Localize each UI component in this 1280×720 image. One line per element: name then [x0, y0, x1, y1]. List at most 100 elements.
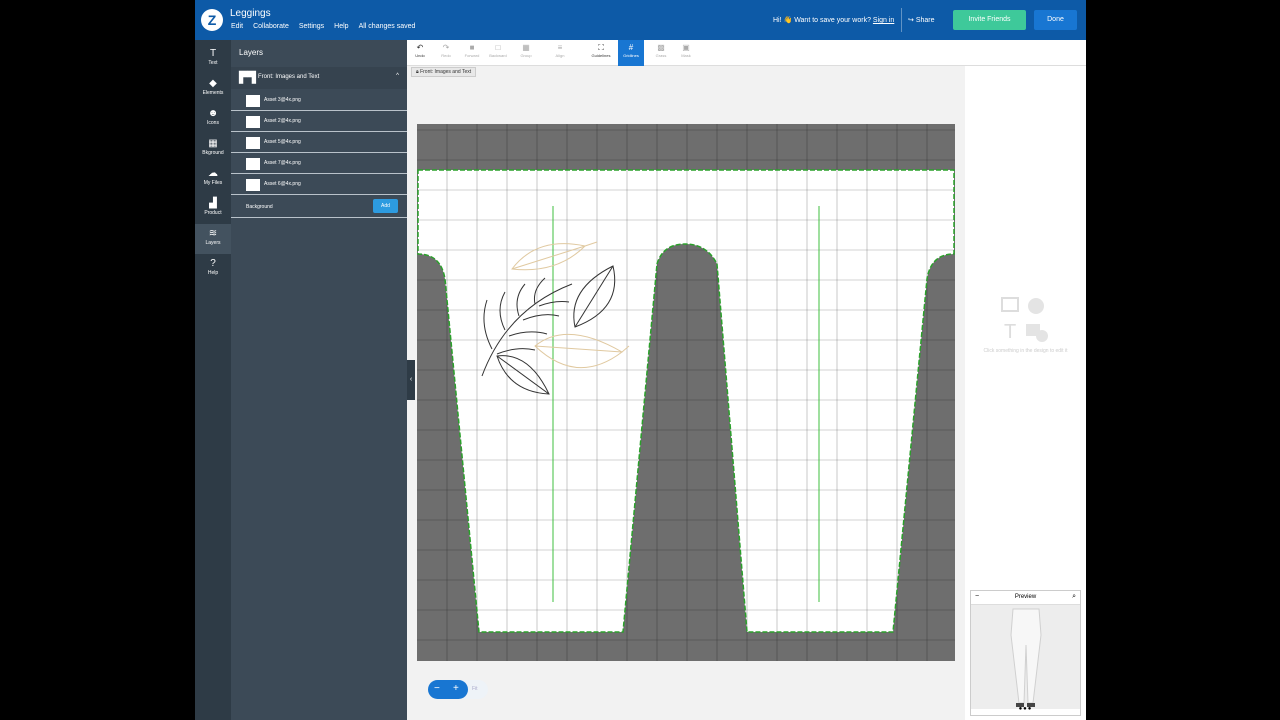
rail-label: My Files	[203, 180, 223, 186]
rail-item-background[interactable]: ▦ Bkground	[195, 134, 231, 164]
rail-item-product[interactable]: ▟ Product	[195, 194, 231, 224]
leggings-icon: ▛▜	[239, 72, 256, 84]
layer-name: Asset 7@4x.png	[264, 160, 301, 166]
product-icon: ▟	[209, 198, 217, 209]
share-label: Share	[915, 17, 935, 24]
guidelines-icon: ⛶	[598, 43, 604, 52]
mask-icon: ▣	[682, 43, 690, 52]
undo-button[interactable]: ↶ Undo	[407, 40, 433, 66]
properties-hint: Click something in the design to edit it	[983, 348, 1068, 354]
layer-item[interactable]: Asset 7@4x.png	[231, 154, 407, 174]
rail-item-text[interactable]: T Text	[195, 44, 231, 74]
group-icon: ▦	[522, 43, 530, 52]
preview-title: Preview	[1014, 594, 1037, 600]
layer-item[interactable]: Asset 2@4x.png	[231, 112, 407, 132]
tool-label: Grass	[655, 53, 667, 58]
layer-group-label: Front: Images and Text	[258, 74, 320, 80]
save-prompt-text: Want to save your work?	[794, 17, 871, 24]
menu-collaborate[interactable]: Collaborate	[253, 23, 289, 30]
invite-friends-button[interactable]: Invite Friends	[953, 10, 1026, 30]
send-backward-icon: □	[495, 43, 501, 52]
rail-label: Layers	[205, 240, 221, 246]
layer-name: Asset 3@4x.png	[264, 97, 301, 103]
layers-panel: Layers ▛▜ Front: Images and Text ^ Asset…	[231, 40, 407, 720]
preview-header: − Preview ⌕	[971, 591, 1080, 605]
done-button[interactable]: Done	[1034, 10, 1077, 30]
save-prompt: Hi! 👋 Want to save your work? Sign in	[773, 16, 894, 24]
tool-label: Group	[520, 53, 532, 58]
mask-button[interactable]: ▣ Mask	[673, 40, 699, 66]
header-divider	[901, 8, 902, 32]
share-icon: ↪	[908, 17, 914, 24]
align-icon: ≡	[557, 43, 563, 52]
add-background-button[interactable]: Add	[373, 199, 398, 213]
design-canvas[interactable]	[417, 124, 955, 661]
layer-thumbnail	[246, 158, 260, 170]
layer-group-front[interactable]: ▛▜ Front: Images and Text ^	[231, 67, 407, 89]
svg-text:T: T	[1004, 321, 1016, 343]
tool-label: Forward	[464, 53, 480, 58]
layer-item[interactable]: Asset 5@4x.png	[231, 133, 407, 153]
tool-label: Align	[555, 53, 565, 58]
align-button[interactable]: ≡ Align	[547, 40, 573, 66]
text-icon: T	[209, 48, 217, 59]
rail-item-help[interactable]: ? Help	[195, 254, 231, 284]
layer-name: Asset 5@4x.png	[264, 139, 301, 145]
wave-icon: 👋	[783, 17, 793, 24]
tool-label: Gridlines	[623, 53, 639, 58]
layer-item[interactable]: Asset 3@4x.png	[231, 91, 407, 111]
layer-thumbnail	[246, 95, 260, 107]
icons-icon: ☻	[207, 108, 219, 119]
design-app: Z Leggings Edit Collaborate Settings Hel…	[195, 0, 1086, 720]
layer-item[interactable]: Asset 6@4x.png	[231, 175, 407, 195]
rail-label: Icons	[207, 120, 219, 126]
menu-settings[interactable]: Settings	[299, 23, 324, 30]
bring-forward-icon: ■	[469, 43, 475, 52]
panel-title: Layers	[239, 48, 264, 57]
zoom-fit-button[interactable]: Fit	[472, 686, 478, 692]
lock-icon: 🔒︎	[416, 69, 419, 75]
backward-button[interactable]: □ Backward	[485, 40, 511, 66]
zoom-out-button[interactable]: −	[434, 683, 440, 695]
rail-label: Help	[207, 270, 219, 276]
help-icon: ?	[210, 258, 216, 269]
save-status: All changes saved	[358, 23, 416, 30]
group-button[interactable]: ▦ Group	[513, 40, 539, 66]
grass-button[interactable]: ▩ Grass	[648, 40, 674, 66]
zazzle-logo-icon[interactable]: Z	[201, 9, 223, 31]
redo-button[interactable]: ↷ Redo	[433, 40, 459, 66]
forward-button[interactable]: ■ Forward	[459, 40, 485, 66]
redo-icon: ↷	[442, 43, 450, 52]
guidelines-button[interactable]: ⛶ Guidelines	[588, 40, 614, 66]
background-icon: ▦	[208, 138, 218, 149]
layer-thumbnail	[246, 116, 260, 128]
share-button[interactable]: ↪ Share	[908, 16, 935, 24]
zoom-buttons: − +	[428, 680, 468, 699]
preview-panel: − Preview ⌕ ●●●	[970, 590, 1081, 716]
elements-icon: ◆	[209, 78, 217, 89]
top-header: Z Leggings Edit Collaborate Settings Hel…	[195, 0, 1086, 40]
rail-item-elements[interactable]: ◆ Elements	[195, 74, 231, 104]
rail-item-icons[interactable]: ☻ Icons	[195, 104, 231, 134]
zoom-control: − + Fit	[428, 680, 488, 699]
layers-icon: ≋	[208, 228, 218, 239]
magnify-icon[interactable]: ⌕	[1072, 593, 1076, 601]
tool-label: Backward	[489, 53, 507, 58]
rail-item-my-files[interactable]: ☁ My Files	[195, 164, 231, 194]
preview-image[interactable]	[971, 605, 1080, 709]
rail-item-layers[interactable]: ≋ Layers	[195, 224, 231, 254]
edit-toolbar: ↶ Undo ↷ Redo ■ Forward □ Backward ▦ Group ≡ A…	[407, 40, 1086, 66]
sign-in-link[interactable]: Sign in	[873, 17, 894, 24]
menu-help[interactable]: Help	[334, 23, 348, 30]
preview-pager-dots[interactable]: ●●●	[971, 706, 1080, 712]
rail-label: Elements	[202, 90, 224, 96]
rail-label: Product	[204, 210, 222, 216]
breadcrumb[interactable]: 🔒︎ Front: Images and Text	[411, 67, 477, 77]
gridlines-button[interactable]: # Gridlines	[618, 40, 644, 66]
chevron-up-icon[interactable]: ^	[396, 73, 399, 79]
layer-name: Asset 6@4x.png	[264, 181, 301, 187]
collapse-panel-handle[interactable]: ‹	[407, 360, 415, 400]
menu-edit[interactable]: Edit	[231, 23, 243, 30]
layer-name: Asset 2@4x.png	[264, 118, 301, 124]
zoom-in-button[interactable]: +	[453, 683, 459, 695]
